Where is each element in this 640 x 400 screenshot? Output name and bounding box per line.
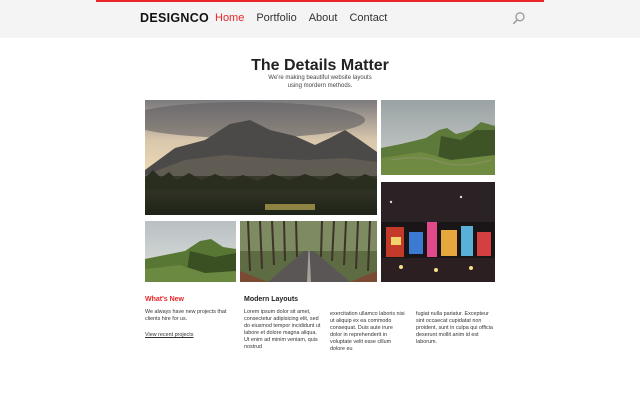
subtitle-line-1: We're making beautiful website layouts [268,75,372,81]
nav-item-contact[interactable]: Contact [349,12,387,24]
gallery-photo-city-night[interactable] [381,182,495,282]
view-recent-projects-link[interactable]: View recent projects [145,332,193,338]
modern-layouts-col2: exercitation ullamco laboris nisi ut ali… [330,311,406,353]
main-nav: Home Portfolio About Contact [215,12,387,24]
accent-line [96,0,544,2]
modern-layouts-heading: Modern Layouts [244,296,299,303]
site-header: DESIGNCO Home Portfolio About Contact [0,0,640,38]
gallery-photo-mountain[interactable] [145,100,377,215]
page-subtitle: We're making beautiful website layouts u… [260,74,380,90]
modern-layouts-text-col1: Lorem ipsum dolor sit amet, consectetur … [244,309,321,350]
modern-layouts-text-col2: exercitation ullamco laboris nisi ut ali… [330,311,405,352]
modern-layouts-col3: fugiat nulla pariatur. Excepteur sint oc… [416,311,494,346]
gallery-photo-cliff[interactable] [145,221,236,282]
nav-item-about[interactable]: About [309,12,338,24]
whats-new-heading: What's New [145,296,185,303]
nav-item-portfolio[interactable]: Portfolio [256,12,296,24]
nav-item-home[interactable]: Home [215,12,244,24]
page-title: The Details Matter [251,57,389,74]
search-icon[interactable] [512,11,526,25]
modern-layouts-text-col3: fugiat nulla pariatur. Excepteur sint oc… [416,311,493,345]
whats-new-section: What's New We always have new projects t… [145,296,235,341]
whats-new-text: We always have new projects that clients… [145,309,227,322]
brand-logo[interactable]: DESIGNCO [140,11,209,25]
gallery-photo-road[interactable] [240,221,377,282]
modern-layouts-section: Modern Layouts Lorem ipsum dolor sit ame… [244,296,321,351]
gallery-photo-hills[interactable] [381,100,495,175]
subtitle-line-2: using mordern methods. [287,83,353,89]
